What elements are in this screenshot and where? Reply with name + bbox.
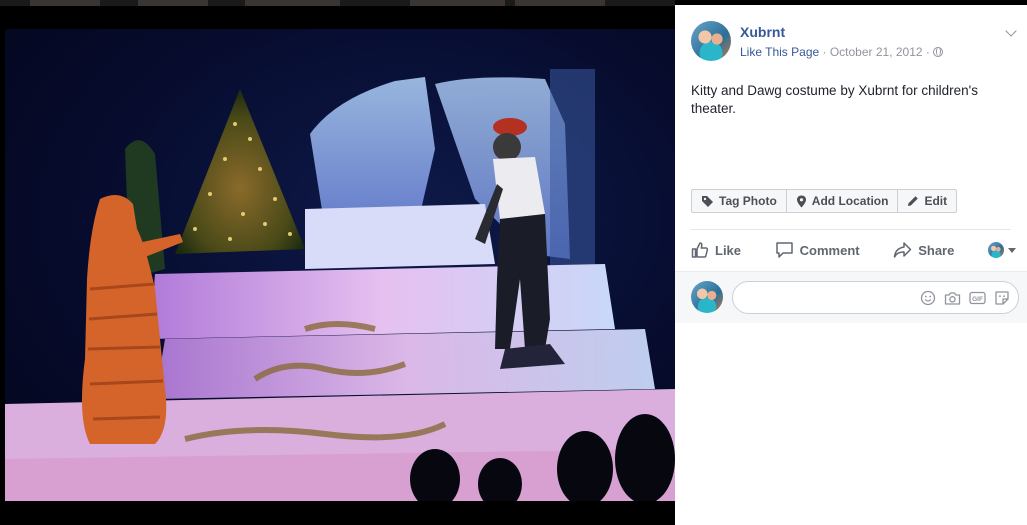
commenter-avatar — [691, 281, 723, 313]
comment-area: GIF — [675, 271, 1027, 323]
comment-label: Comment — [799, 242, 860, 258]
svg-text:GIF: GIF — [972, 296, 983, 303]
page-name[interactable]: Xubrnt — [740, 24, 785, 40]
pin-icon — [796, 195, 806, 207]
add-location-label: Add Location — [811, 194, 889, 208]
gif-icon[interactable]: GIF — [969, 291, 986, 305]
photo-viewer — [0, 0, 675, 525]
tag-icon — [702, 195, 713, 207]
caret-down-icon — [1007, 247, 1016, 253]
thumbnail-strip — [0, 0, 675, 6]
share-arrow-icon — [893, 242, 912, 258]
pencil-icon — [908, 196, 919, 206]
stage-photo[interactable] — [5, 29, 675, 501]
divider — [691, 229, 1011, 230]
like-page-link[interactable]: Like This Page — [740, 45, 819, 59]
edit-button[interactable]: Edit — [898, 190, 956, 212]
post-date[interactable]: October 21, 2012 — [830, 45, 923, 59]
meta-separator: · — [819, 45, 830, 59]
post-meta: Like This Page · October 21, 2012 · — [740, 45, 944, 59]
reactions-bar: Like Comment Share — [691, 237, 1016, 263]
tag-photo-label: Tag Photo — [719, 194, 777, 208]
comment-tools: GIF — [920, 290, 1010, 306]
comment-input[interactable]: GIF — [732, 281, 1019, 314]
photo-actions-bar: Tag Photo Add Location Edit — [691, 189, 958, 213]
like-label: Like — [715, 242, 742, 258]
page-avatar[interactable] — [691, 21, 731, 61]
edit-label: Edit — [924, 194, 948, 208]
camera-icon[interactable] — [944, 291, 961, 306]
sticker-icon[interactable] — [994, 290, 1010, 306]
stage-photo-artwork — [5, 69, 675, 501]
thumbs-up-icon — [691, 242, 709, 258]
meta-separator-2: · — [922, 45, 934, 59]
globe-icon[interactable] — [933, 47, 944, 57]
post-panel: Xubrnt Like This Page · October 21, 2012… — [675, 5, 1027, 525]
share-label: Share — [918, 242, 955, 258]
speech-bubble-icon — [775, 242, 793, 258]
avatar — [987, 242, 1004, 258]
comment-button[interactable]: Comment — [775, 241, 860, 259]
chevron-down-icon[interactable] — [1005, 25, 1017, 37]
post-caption: Kitty and Dawg costume by Xubrnt for chi… — [691, 83, 978, 116]
add-location-button[interactable]: Add Location — [787, 190, 899, 212]
smiley-icon[interactable] — [920, 290, 936, 306]
like-button[interactable]: Like — [691, 241, 741, 259]
audience-selector[interactable] — [987, 242, 1016, 258]
share-button[interactable]: Share — [893, 241, 954, 259]
tag-photo-button[interactable]: Tag Photo — [692, 190, 787, 212]
